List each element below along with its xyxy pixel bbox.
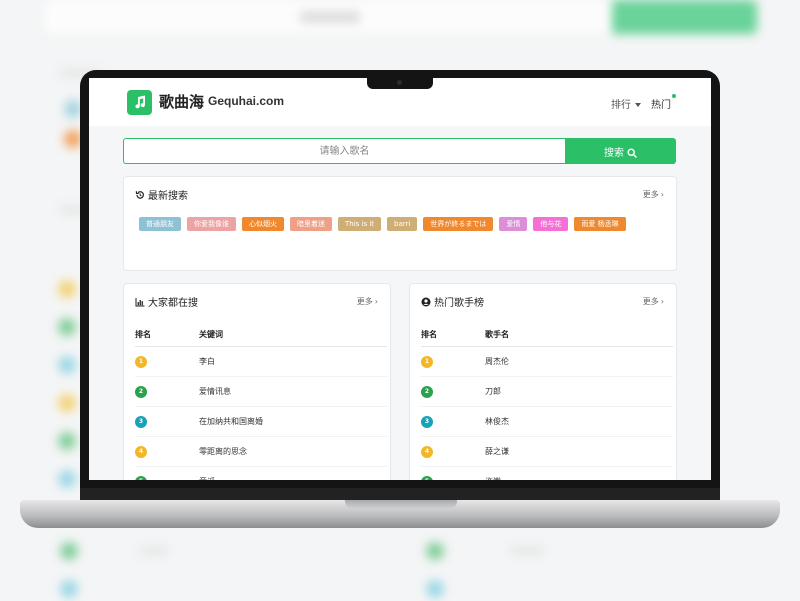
search-tag[interactable]: 雨爱 杨丞琳 xyxy=(574,217,626,231)
table-row[interactable]: 2 爱情讯息 xyxy=(135,376,387,407)
notification-dot xyxy=(672,94,676,98)
recent-searches-card: 最新搜索 更多 › 普通朋友 你爱我像谁 心似烟火 暗里着迷 This is it barr… xyxy=(123,176,677,271)
nav-rank-dropdown[interactable]: 排行 xyxy=(611,96,641,111)
user-circle-icon xyxy=(421,297,431,307)
search-tag[interactable]: 暗里着迷 xyxy=(290,217,332,231)
camera-icon xyxy=(397,80,402,85)
singers-more-link[interactable]: 更多 › xyxy=(643,296,664,307)
rank-badge: 1 xyxy=(421,355,433,368)
caret-down-icon xyxy=(635,103,641,107)
nav-hot-link[interactable]: 热门 xyxy=(651,96,671,111)
column-header-rank: 排名 xyxy=(135,322,199,347)
table-row[interactable]: 4 零距离的思念 xyxy=(135,436,387,467)
rank-cell: 4 xyxy=(421,436,485,467)
history-icon xyxy=(135,191,144,199)
keyword-link[interactable]: 爱情讯息 xyxy=(199,376,387,407)
chevron-right-icon: › xyxy=(660,190,664,199)
singer-name[interactable]: 刀郎 xyxy=(485,376,673,407)
rank-cell: 5 xyxy=(421,466,485,480)
search-tag[interactable]: 爱情 xyxy=(499,217,528,231)
singer-name[interactable]: 许嵩 xyxy=(485,466,673,480)
column-header-keyword: 关键词 xyxy=(199,322,387,347)
table-row[interactable]: 4 薛之谦 xyxy=(421,436,673,467)
laptop-hinge xyxy=(80,488,720,500)
bar-chart-icon xyxy=(135,298,145,307)
table-row[interactable]: 5 许嵩 xyxy=(421,466,673,480)
popular-table: 排名 关键词 1 李白 2 爱情讯息 3 在加纳共和国离婚 4 零距离的思念 5 童谣 xyxy=(135,322,387,480)
rank-badge: 3 xyxy=(135,415,147,428)
search-tag[interactable]: 世界が終るまでは xyxy=(423,217,494,231)
search-tag[interactable]: barri xyxy=(387,217,418,231)
keyword-link[interactable]: 童谣 xyxy=(199,466,387,480)
popular-searches-card: 大家都在搜 更多 › 排名 关键词 1 李白 2 爱情讯息 3 在加纳共和国离婚 4 零距离的思… xyxy=(123,283,391,480)
search-tag[interactable]: 心似烟火 xyxy=(242,217,284,231)
search-input[interactable] xyxy=(123,138,565,164)
recent-searches-title: 最新搜索 xyxy=(135,187,188,202)
rank-cell: 1 xyxy=(135,346,199,377)
rank-cell: 2 xyxy=(135,376,199,407)
chevron-right-icon: › xyxy=(660,297,664,306)
table-row[interactable]: 5 童谣 xyxy=(135,466,387,480)
rank-badge: 4 xyxy=(135,445,147,458)
keyword-link[interactable]: 李白 xyxy=(199,346,387,377)
recent-tag-list: 普通朋友 你爱我像谁 心似烟火 暗里着迷 This is it barri 世界が終るまでは… xyxy=(139,217,639,238)
popular-more-link[interactable]: 更多 › xyxy=(357,296,378,307)
singer-name[interactable]: 林俊杰 xyxy=(485,406,673,437)
table-row[interactable]: 2 刀郎 xyxy=(421,376,673,407)
laptop-notch xyxy=(367,77,433,89)
column-header-rank: 排名 xyxy=(421,322,485,347)
search-tag[interactable]: 普通朋友 xyxy=(139,217,181,231)
search-icon xyxy=(627,147,637,158)
singers-table: 排名 歌手名 1 周杰伦 2 刀郎 3 林俊杰 4 薛之谦 5 许嵩 xyxy=(421,322,673,480)
popular-title: 大家都在搜 xyxy=(135,294,198,309)
keyword-link[interactable]: 零距离的思念 xyxy=(199,436,387,467)
chevron-right-icon: › xyxy=(374,297,378,306)
recent-more-link[interactable]: 更多 › xyxy=(643,189,664,200)
laptop-screen: 歌曲海 Gequhai.com 排行 热门 搜索 最新搜索 更多› 普通朋友你爱… xyxy=(89,78,711,480)
rank-cell: 4 xyxy=(135,436,199,467)
search-button[interactable]: 搜索 xyxy=(565,138,676,164)
rank-cell: 2 xyxy=(421,376,485,407)
brand-name-en[interactable]: Gequhai.com xyxy=(208,94,284,108)
music-note-icon xyxy=(134,95,145,109)
brand-name-cn[interactable]: 歌曲海 xyxy=(159,91,204,112)
search-bar: 搜索 xyxy=(123,138,677,164)
search-tag[interactable]: This is it xyxy=(338,217,382,231)
rank-cell: 1 xyxy=(421,346,485,377)
search-tag[interactable]: 你爱我像谁 xyxy=(187,217,236,231)
nav-rank-label: 排行 xyxy=(611,100,631,111)
search-button-label: 搜索 xyxy=(604,147,624,159)
rank-cell: 5 xyxy=(135,466,199,480)
singers-title: 热门歌手榜 xyxy=(421,294,484,309)
laptop-base-groove xyxy=(345,500,457,509)
site-logo[interactable] xyxy=(127,90,152,115)
table-row[interactable]: 1 周杰伦 xyxy=(421,346,673,377)
hot-singers-card: 热门歌手榜 更多› 排名 歌手名 1 周杰伦 2 刀郎 3 林俊杰 4 薛之谦 5 许嵩 xyxy=(409,283,677,480)
rank-badge: 2 xyxy=(135,385,147,398)
rank-badge: 2 xyxy=(421,385,433,398)
rank-badge: 1 xyxy=(135,355,147,368)
search-tag[interactable]: 他与花 xyxy=(533,217,569,231)
table-row[interactable]: 3 林俊杰 xyxy=(421,406,673,437)
table-row[interactable]: 1 李白 xyxy=(135,346,387,377)
column-header-singer: 歌手名 xyxy=(485,322,673,347)
rank-badge: 5 xyxy=(421,475,433,480)
rank-cell: 3 xyxy=(421,406,485,437)
singer-name[interactable]: 薛之谦 xyxy=(485,436,673,467)
table-row[interactable]: 3 在加纳共和国离婚 xyxy=(135,406,387,437)
keyword-link[interactable]: 在加纳共和国离婚 xyxy=(199,406,387,437)
singer-name[interactable]: 周杰伦 xyxy=(485,346,673,377)
rank-badge: 4 xyxy=(421,445,433,458)
rank-cell: 3 xyxy=(135,406,199,437)
rank-badge: 5 xyxy=(135,475,147,480)
rank-badge: 3 xyxy=(421,415,433,428)
